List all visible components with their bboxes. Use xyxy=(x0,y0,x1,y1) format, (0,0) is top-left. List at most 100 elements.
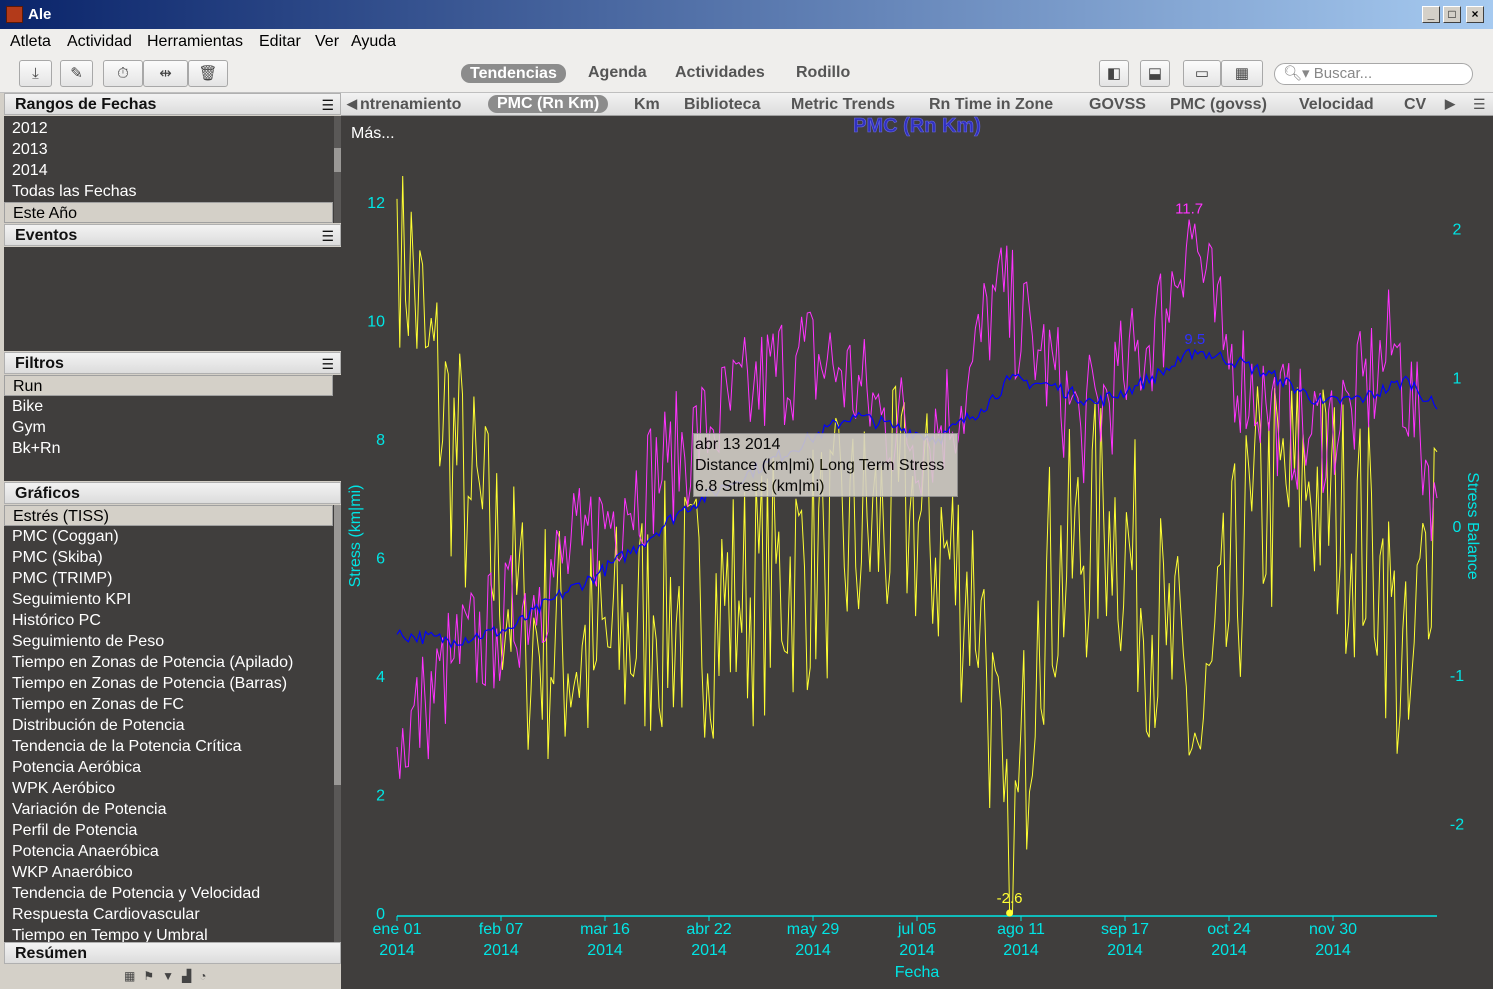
y-tick-label: 8 xyxy=(376,432,385,449)
single-view-icon[interactable]: ▭ xyxy=(1183,60,1221,87)
chart-list-item[interactable]: Tendencia de Potencia y Velocidad xyxy=(4,883,333,904)
delete-icon[interactable]: 🗑 xyxy=(188,60,228,87)
x-tick-label: 2014 xyxy=(795,942,831,959)
tab-cv[interactable]: CV xyxy=(1404,96,1426,114)
list-item-selected[interactable]: Run xyxy=(4,375,333,396)
section-graficos[interactable]: Gráficos xyxy=(4,482,341,504)
close-button[interactable]: × xyxy=(1466,6,1484,23)
sidebar: Rangos de Fechas ☰ 2012 2013 2014 Todas l… xyxy=(4,93,341,985)
chart-list-item[interactable]: Tiempo en Zonas de Potencia (Barras) xyxy=(4,673,333,694)
list-item[interactable]: Todas las Fechas xyxy=(4,181,333,202)
menu-ayuda[interactable]: Ayuda xyxy=(351,33,396,51)
graficos-list: Tiempo en Tempo y Umbral Respuesta Cardio… xyxy=(4,505,341,942)
chart-list-item[interactable]: Histórico PC xyxy=(4,610,333,631)
chart-list-item[interactable]: Tiempo en Zonas de FC xyxy=(4,694,333,715)
x-tick-label: 2014 xyxy=(1107,942,1143,959)
tab-pmc-govss[interactable]: PMC (govss) xyxy=(1170,96,1267,114)
tab-rn-time-in-zone[interactable]: Rn Time in Zone xyxy=(929,96,1053,114)
menu-icon[interactable]: ☰ xyxy=(321,94,334,116)
chart-list-item[interactable]: PMC (Coggan) xyxy=(4,526,333,547)
section-rangos-title: Rangos de Fechas xyxy=(15,96,157,113)
y-axis-label: Stress (km|mi) xyxy=(347,485,364,588)
tab-tendencias[interactable]: Tendencias xyxy=(461,64,566,83)
chart-list-item[interactable]: Variación de Potencia xyxy=(4,799,333,820)
chart-list-item[interactable]: Tiempo en Tempo y Umbral xyxy=(4,925,333,942)
status-icons[interactable]: ▦⚑▼▟◔ xyxy=(124,969,214,983)
app-icon xyxy=(6,6,23,23)
menu-icon[interactable]: ☰ xyxy=(321,353,334,375)
chart-list-item[interactable]: Respuesta Cardiovascular xyxy=(4,904,333,925)
section-eventos[interactable]: Eventos ☰ xyxy=(4,224,341,246)
chart-list-item[interactable]: Tendencia de la Potencia Crítica xyxy=(4,736,333,757)
sidebar-toggle-icon[interactable]: ◧ xyxy=(1099,60,1129,87)
y2-tick-label: 0 xyxy=(1453,519,1462,536)
chart-list-item[interactable]: Distribución de Potencia xyxy=(4,715,333,736)
tab-metric-trends[interactable]: Metric Trends xyxy=(791,96,895,114)
tab-actividades[interactable]: Actividades xyxy=(675,64,765,82)
annotation-marker xyxy=(1006,909,1014,917)
annotation-long: 9.5 xyxy=(1184,331,1205,348)
list-item-selected[interactable]: Este Año xyxy=(4,202,333,223)
rangos-list: 2012 2013 2014 Todas las Fechas Este Año xyxy=(4,116,341,223)
minimize-button[interactable]: _ xyxy=(1422,6,1440,23)
tiled-view-icon[interactable]: ▦ xyxy=(1221,60,1263,87)
tab-velocidad[interactable]: Velocidad xyxy=(1299,96,1374,114)
menu-actividad[interactable]: Actividad xyxy=(67,33,132,51)
tab-agenda[interactable]: Agenda xyxy=(588,64,647,82)
list-item[interactable]: Bk+Rn xyxy=(4,438,333,459)
list-item[interactable]: 2014 xyxy=(4,160,333,181)
chart-list-item[interactable]: WPK Aeróbico xyxy=(4,778,333,799)
scrollbar[interactable] xyxy=(334,116,341,223)
tab-pmc-rn-km[interactable]: PMC (Rn Km) xyxy=(488,95,609,113)
chart-list-item[interactable]: Estrés (TISS) xyxy=(4,505,333,526)
tab-biblioteca[interactable]: Biblioteca xyxy=(684,96,760,114)
chart-list-item[interactable]: PMC (TRIMP) xyxy=(4,568,333,589)
list-item[interactable]: 2013 xyxy=(4,139,333,160)
chart-list-item[interactable]: Tiempo en Zonas de Potencia (Apilado) xyxy=(4,652,333,673)
chart-list-item[interactable]: WKP Anaeróbico xyxy=(4,862,333,883)
edit-icon[interactable]: ✎ xyxy=(60,60,93,87)
tabs-left-arrow[interactable]: ◀ xyxy=(347,96,357,112)
stress-balance-line xyxy=(396,175,1438,914)
menu-ver[interactable]: Ver xyxy=(315,33,339,51)
tab-rodillo[interactable]: Rodillo xyxy=(796,64,850,82)
long-term-stress-line xyxy=(396,348,1438,649)
chart-list-item[interactable]: Seguimiento de Peso xyxy=(4,631,333,652)
section-rangos[interactable]: Rangos de Fechas ☰ xyxy=(4,93,341,115)
list-item[interactable]: 2012 xyxy=(4,118,333,139)
chart-list-item[interactable]: PMC (Skiba) xyxy=(4,547,333,568)
maximize-button[interactable]: □ xyxy=(1443,6,1461,23)
search-input[interactable]: 🔍︎▾ Buscar... xyxy=(1274,63,1473,85)
x-tick-label: may 29 xyxy=(787,921,840,938)
section-resumen[interactable]: Resúmen xyxy=(4,942,341,964)
tab-entrenamiento[interactable]: ntrenamiento xyxy=(360,96,461,114)
chart-list-item[interactable]: Perfil de Potencia xyxy=(4,820,333,841)
section-graficos-title: Gráficos xyxy=(15,485,80,502)
menu-icon[interactable]: ☰ xyxy=(321,225,334,247)
scrollbar[interactable] xyxy=(334,505,341,942)
section-filtros[interactable]: Filtros ☰ xyxy=(4,352,341,374)
y-tick-label: 0 xyxy=(376,906,385,923)
menu-herramientas[interactable]: Herramientas xyxy=(147,33,243,51)
y-tick-label: 10 xyxy=(367,313,385,330)
tab-km[interactable]: Km xyxy=(634,96,660,114)
list-item[interactable]: Gym xyxy=(4,417,333,438)
list-item[interactable]: Bike xyxy=(4,396,333,417)
tabs-right-arrow[interactable]: ▶ xyxy=(1445,96,1455,112)
bottom-panel-icon[interactable]: ⬓ xyxy=(1140,60,1170,87)
chart-list-item[interactable]: Seguimiento KPI xyxy=(4,589,333,610)
stopwatch-icon[interactable]: ⏱ xyxy=(103,60,143,87)
pmc-chart: PMC (Rn Km)ene 012014feb 072014mar 16201… xyxy=(347,116,1481,981)
section-resumen-title: Resúmen xyxy=(15,945,88,962)
split-icon[interactable]: ⇹ xyxy=(143,60,188,87)
menu-icon[interactable]: ☰ xyxy=(1473,96,1486,113)
chart-list-item[interactable]: Potencia Anaeróbica xyxy=(4,841,333,862)
menu-atleta[interactable]: Atleta xyxy=(10,33,51,51)
chart-list-item[interactable]: Potencia Aeróbica xyxy=(4,757,333,778)
menu-editar[interactable]: Editar xyxy=(259,33,301,51)
x-tick-label: ago 11 xyxy=(997,921,1045,938)
x-tick-label: 2014 xyxy=(1211,942,1247,959)
download-icon[interactable]: ⤓ xyxy=(19,60,52,87)
tab-govss[interactable]: GOVSS xyxy=(1089,96,1146,114)
title-bar: Ale _ □ × xyxy=(0,0,1493,29)
